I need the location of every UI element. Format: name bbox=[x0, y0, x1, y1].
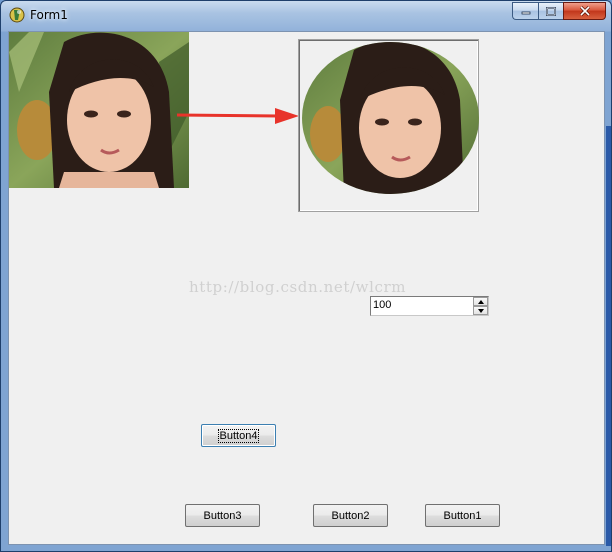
button3[interactable]: Button3 bbox=[185, 504, 260, 527]
arrow-down-icon bbox=[477, 308, 484, 313]
maximize-button[interactable] bbox=[538, 2, 563, 20]
window-controls bbox=[512, 2, 606, 21]
minimize-button[interactable] bbox=[512, 2, 538, 20]
spin-up-button[interactable] bbox=[473, 297, 488, 306]
app-icon bbox=[9, 7, 25, 23]
window-title: Form1 bbox=[30, 8, 68, 22]
watermark-text: http://blog.csdn.net/wlcrm bbox=[189, 278, 407, 296]
form-client-area: http://blog.csdn.net/wlcrm 100 Button4 B… bbox=[8, 31, 605, 545]
spin-down-button[interactable] bbox=[473, 306, 488, 315]
button1[interactable]: Button1 bbox=[425, 504, 500, 527]
main-window: Form1 http://blog.csdn.net/wlcrm 100 But… bbox=[0, 0, 612, 552]
button4-label: Button4 bbox=[217, 428, 260, 443]
button2-label: Button2 bbox=[331, 509, 370, 522]
button2[interactable]: Button2 bbox=[313, 504, 388, 527]
button4[interactable]: Button4 bbox=[201, 424, 276, 447]
spin-edit[interactable]: 100 bbox=[370, 296, 489, 316]
spin-edit-value[interactable]: 100 bbox=[373, 299, 391, 311]
close-icon bbox=[579, 6, 590, 16]
maximize-icon bbox=[546, 6, 556, 16]
result-image bbox=[302, 42, 479, 194]
portrait-photo-square bbox=[9, 32, 189, 188]
button3-label: Button3 bbox=[203, 509, 242, 522]
spin-buttons bbox=[473, 297, 488, 315]
minimize-icon bbox=[521, 11, 530, 15]
result-image-frame bbox=[298, 39, 479, 212]
source-image bbox=[9, 32, 189, 188]
window-edge bbox=[606, 126, 611, 546]
button1-label: Button1 bbox=[443, 509, 482, 522]
red-arrow-icon bbox=[177, 108, 299, 124]
portrait-photo-circular-crop bbox=[302, 42, 479, 194]
close-button[interactable] bbox=[563, 2, 606, 20]
arrow-up-icon bbox=[477, 299, 484, 304]
title-bar[interactable]: Form1 bbox=[1, 1, 611, 31]
